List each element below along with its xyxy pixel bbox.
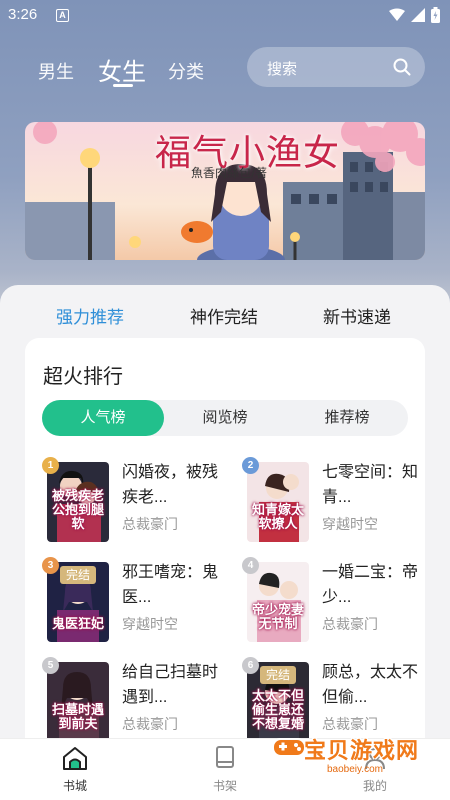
book-item[interactable]: 2 知青嫁太软撩人 七零空间：知青... 穿越时空	[242, 457, 432, 550]
book-cover: 被残疾老公抱到腿软	[47, 462, 109, 542]
rank-badge: 3	[42, 557, 59, 574]
rank-badge: 6	[242, 657, 259, 674]
ranking-tabs: 人气榜 阅览榜 推荐榜	[42, 400, 408, 436]
cover-title: 帝少宠妻无节制	[251, 603, 304, 632]
book-item[interactable]: 4 帝少宠妻无节制 一婚二宝：帝少... 总裁豪门	[242, 557, 432, 650]
book-title: 七零空间：知青...	[322, 464, 419, 506]
book-cover: 扫墓时遇到前夫	[47, 662, 109, 742]
banner-author: 魚香肉絲包/著	[191, 166, 268, 180]
nav-bookshelf[interactable]: 书架	[195, 745, 255, 794]
search-placeholder: 搜索	[267, 61, 298, 78]
active-tab-indicator	[113, 84, 133, 87]
nav-bookstore[interactable]: 书城	[45, 745, 105, 794]
book-item[interactable]: 3 完结 鬼医狂妃 邪王嗜宠：鬼医... 穿越时空	[42, 557, 232, 650]
tab-popularity[interactable]: 人气榜	[42, 400, 164, 436]
book-title: 邪王嗜宠：鬼医...	[122, 564, 219, 606]
gamepad-logo-icon	[272, 738, 306, 757]
book-item[interactable]: 5 扫墓时遇到前夫 给自己扫墓时遇到... 总裁豪门	[42, 657, 232, 750]
tab-female[interactable]: 女生	[98, 52, 146, 87]
rank-badge: 1	[42, 457, 59, 474]
book-cover: 帝少宠妻无节制	[247, 562, 309, 642]
signal-icon	[411, 8, 425, 22]
ranking-title: 超火排行	[43, 366, 123, 388]
wifi-icon	[389, 8, 405, 21]
book-title: 闪婚夜，被残疾老...	[122, 464, 219, 506]
cover-title: 被残疾老公抱到腿软	[51, 489, 104, 532]
search-bar[interactable]: 搜索	[247, 47, 425, 87]
book-title: 给自己扫墓时遇到...	[122, 664, 219, 706]
book-category: 总裁豪门	[122, 716, 178, 732]
watermark: 宝贝游戏网 baobeiy.com	[272, 732, 422, 792]
rank-badge: 5	[42, 657, 59, 674]
nav-label: 书架	[212, 779, 237, 793]
finished-tag: 完结	[60, 566, 96, 584]
finished-tag: 完结	[260, 666, 296, 684]
book-title: 一婚二宝：帝少...	[322, 564, 419, 606]
rank-badge: 2	[242, 457, 259, 474]
status-time: 3:26	[8, 6, 38, 23]
book-category: 穿越时空	[322, 516, 378, 532]
book-title: 顾总，太太不但偷...	[322, 664, 419, 706]
cover-title: 鬼医狂妃	[51, 617, 104, 632]
book-category: 总裁豪门	[322, 616, 378, 632]
book-cover: 知青嫁太软撩人	[247, 462, 309, 542]
battery-icon	[431, 7, 440, 23]
book-category: 总裁豪门	[322, 716, 378, 732]
cover-title: 太太不但偷生崽还不想复婚	[251, 689, 304, 732]
cover-title: 知青嫁太软撩人	[251, 503, 304, 532]
watermark-text: 宝贝游戏网	[304, 739, 420, 764]
tab-recommend[interactable]: 推荐榜	[286, 400, 408, 436]
nav-label: 书城	[62, 779, 87, 793]
book-item[interactable]: 1 被残疾老公抱到腿软 闪婚夜，被残疾老... 总裁豪门	[42, 457, 232, 550]
tab-strong-recommend[interactable]: 强力推荐	[56, 303, 124, 328]
promo-banner[interactable]: 福气小渔女 魚香肉絲包/著	[25, 122, 425, 260]
tab-new-books[interactable]: 新书速递	[323, 303, 391, 328]
bookstore-home-icon	[63, 747, 87, 770]
cover-title: 扫墓时遇到前夫	[51, 703, 104, 732]
tab-male[interactable]: 男生	[38, 58, 74, 84]
tab-category[interactable]: 分类	[168, 58, 204, 84]
book-category: 总裁豪门	[122, 516, 178, 532]
search-icon[interactable]	[393, 58, 411, 76]
tab-masterpiece-finished[interactable]: 神作完结	[190, 303, 258, 328]
rank-badge: 4	[242, 557, 259, 574]
tab-reading[interactable]: 阅览榜	[164, 400, 286, 436]
notification-icon: A	[56, 9, 69, 22]
status-bar: 3:26 A	[0, 0, 450, 32]
book-category: 穿越时空	[122, 616, 178, 632]
bookshelf-icon	[216, 746, 234, 768]
watermark-url: baobeiy.com	[327, 764, 383, 775]
status-icons	[389, 7, 440, 23]
